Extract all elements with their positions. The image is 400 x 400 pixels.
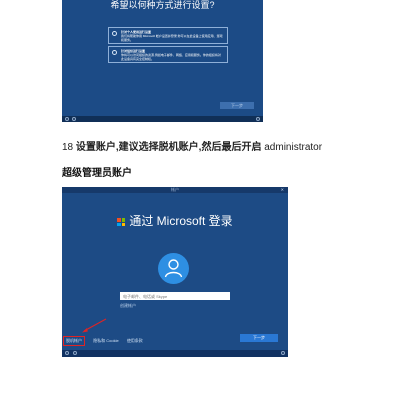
microphone-icon[interactable]	[72, 117, 76, 121]
next-button[interactable]: 下一步	[240, 334, 278, 342]
radio-icon	[112, 50, 117, 55]
privacy-cookie-link[interactable]: 隐私和 Cookie	[93, 338, 119, 343]
taskbar	[62, 350, 288, 357]
step-number: 18	[62, 142, 74, 153]
section-heading: 超级管理员账户	[62, 168, 132, 179]
terms-link[interactable]: 使用条款	[127, 338, 143, 343]
signin-title: 通过 Microsoft 登录	[62, 212, 288, 229]
window-titlebar: 帐户 ✕	[62, 187, 288, 193]
user-avatar-icon	[158, 253, 189, 284]
personal-use-option[interactable]: 针对个人使用进行设置 我们将帮助你用 Microsoft 帐户设置并登录,你可以…	[108, 27, 228, 44]
red-arrow-annotation	[82, 318, 107, 333]
accessibility-icon[interactable]	[65, 351, 69, 355]
microsoft-signin-screenshot: 帐户 ✕ 通过 Microsoft 登录 创建帐户 脱机帐户 隐私和 Cooki…	[62, 187, 288, 357]
create-account-link[interactable]: 创建帐户	[120, 303, 136, 309]
windows-logo-icon	[117, 218, 126, 226]
search-icon[interactable]	[73, 351, 77, 355]
volume-icon[interactable]	[281, 351, 285, 355]
window-title: 帐户	[171, 187, 179, 192]
next-button[interactable]: 下一步	[220, 102, 254, 109]
organization-option[interactable]: 针对组织进行设置 你将可以访问组织的资源,例如电子邮件、网络、应用和服务。你的组…	[108, 46, 228, 63]
setup-method-title: 希望以何种方式进行设置?	[110, 0, 215, 10]
radio-icon	[112, 31, 117, 36]
volume-icon[interactable]	[256, 117, 260, 121]
accessibility-icon[interactable]	[65, 117, 69, 121]
setup-method-screenshot: 希望以何种方式进行设置? 针对个人使用进行设置 我们将帮助你用 Microsof…	[62, 0, 263, 122]
step-caption: 18 设置账户,建议选择脱机账户,然后最后开启 administrator	[62, 138, 322, 153]
signin-title-text: 通过 Microsoft 登录	[129, 214, 233, 228]
step-normal-text: administrator	[264, 142, 323, 153]
bottom-links: 脱机帐户 隐私和 Cookie 使用条款	[63, 336, 150, 346]
email-phone-skype-input[interactable]	[120, 292, 230, 300]
step-bold-text: 设置账户,建议选择脱机账户,然后最后开启	[75, 142, 262, 153]
taskbar	[62, 116, 263, 122]
offline-account-link[interactable]: 脱机帐户	[63, 336, 85, 346]
personal-use-desc: 我们将帮助你用 Microsoft 帐户设置并登录,你可以在此设备上使用应用、游…	[121, 34, 223, 42]
close-icon[interactable]: ✕	[281, 187, 284, 193]
organization-desc: 你将可以访问组织的资源,例如电子邮件、网络、应用和服务。你的组织将对此设备具有完…	[121, 53, 221, 61]
